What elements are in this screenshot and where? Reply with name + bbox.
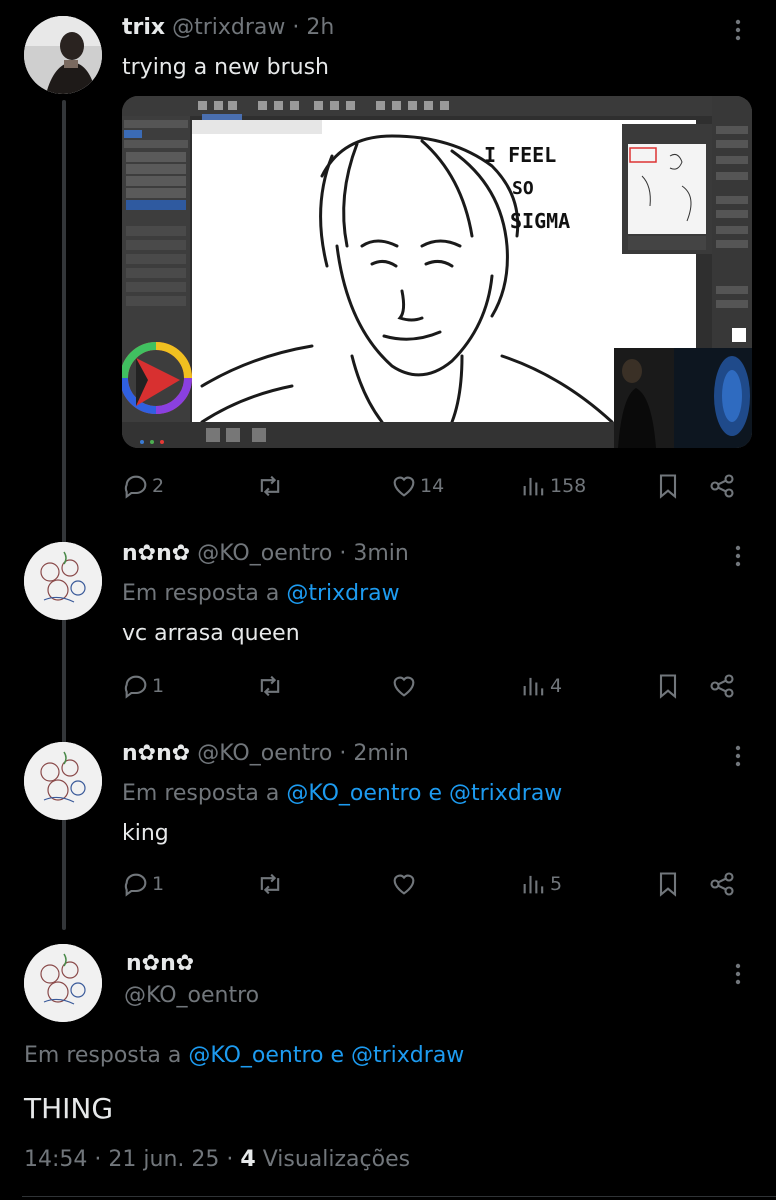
share-icon <box>710 872 734 896</box>
tweet-actions: 1 4 <box>122 670 742 702</box>
separator: · <box>339 541 347 566</box>
share-button[interactable] <box>708 670 736 702</box>
retweet-button[interactable] <box>256 868 284 900</box>
author-handle[interactable]: @trixdraw <box>172 15 285 40</box>
retweet-icon <box>260 873 280 895</box>
retweet-button[interactable] <box>256 670 284 702</box>
like-button[interactable] <box>390 868 418 900</box>
tweet-actions: 1 5 <box>122 868 742 900</box>
divider <box>22 1196 776 1197</box>
retweet-icon <box>260 475 280 497</box>
reply-context-label: Em resposta a <box>122 781 280 806</box>
tweet-text: king <box>122 821 169 846</box>
separator: · <box>292 15 300 40</box>
reply-button[interactable]: 1 <box>122 868 164 900</box>
retweet-icon <box>260 675 280 697</box>
bookmark-button[interactable] <box>654 470 682 502</box>
reply-icon <box>124 475 147 499</box>
reply-button[interactable]: 1 <box>122 670 164 702</box>
reply-count: 1 <box>152 675 165 697</box>
tweet-actions: 2 14 158 <box>122 470 742 502</box>
author-name[interactable]: trix <box>122 15 165 40</box>
tweet-media[interactable]: I FEEL SO SIGMA <box>122 96 752 448</box>
like-icon <box>393 476 415 497</box>
canvas-text-3: SIGMA <box>510 209 570 233</box>
reply-to-link[interactable]: @KO_oentro e @trixdraw <box>188 1043 464 1068</box>
avatar-drawing <box>24 944 102 1022</box>
tweet-text: trying a new brush <box>122 55 330 80</box>
share-button[interactable] <box>708 868 736 900</box>
views-button[interactable]: 158 <box>520 470 586 502</box>
post-time[interactable]: 14:54 <box>24 1147 87 1172</box>
views-total: 4 <box>240 1147 256 1172</box>
share-button[interactable] <box>708 470 736 502</box>
share-icon <box>710 674 734 698</box>
avatar-drawing <box>24 542 102 620</box>
reply-to-link[interactable]: @trixdraw <box>286 581 399 606</box>
bookmark-icon <box>659 872 677 897</box>
author-name[interactable]: n✿n✿ <box>122 741 190 766</box>
timestamp[interactable]: 3min <box>353 541 408 566</box>
retweet-button[interactable] <box>256 470 284 502</box>
like-icon <box>393 676 415 697</box>
avatar[interactable] <box>24 542 102 620</box>
reply-count: 2 <box>152 475 165 497</box>
views-label: Visualizações <box>262 1147 411 1172</box>
separator: · <box>94 1147 102 1172</box>
tweet-text: vc arrasa queen <box>122 621 300 646</box>
views-button[interactable]: 5 <box>520 868 562 900</box>
avatar[interactable] <box>24 742 102 820</box>
avatar-photo <box>24 16 102 94</box>
separator: · <box>226 1147 234 1172</box>
reply-count: 1 <box>152 873 165 895</box>
views-count: 158 <box>550 475 587 497</box>
timestamp[interactable]: 2h <box>306 15 334 40</box>
avatar-drawing <box>24 742 102 820</box>
author-handle[interactable]: @KO_oentro <box>197 541 332 566</box>
more-icon[interactable] <box>726 744 750 768</box>
media-image: I FEEL SO SIGMA <box>122 96 752 448</box>
author-name[interactable]: n✿n✿ <box>126 950 194 978</box>
bookmark-button[interactable] <box>654 868 682 900</box>
reply-context-label: Em resposta a <box>24 1043 182 1068</box>
author-name[interactable]: n✿n✿ <box>122 541 190 566</box>
share-icon <box>710 474 734 498</box>
separator: · <box>339 741 347 766</box>
more-icon[interactable] <box>726 544 750 568</box>
views-icon <box>523 677 544 696</box>
avatar[interactable] <box>24 944 102 1022</box>
reply-context-label: Em resposta a <box>122 581 280 606</box>
author-handle[interactable]: @KO_oentro <box>124 982 259 1010</box>
canvas-text-2: SO <box>512 178 534 199</box>
bookmark-icon <box>659 474 677 499</box>
bookmark-icon <box>659 674 677 699</box>
canvas-text-1: I FEEL <box>484 143 556 167</box>
more-icon[interactable] <box>726 962 750 986</box>
reply-to-link[interactable]: @KO_oentro e @trixdraw <box>286 781 562 806</box>
reply-button[interactable]: 2 <box>122 470 164 502</box>
reply-icon <box>124 873 147 897</box>
like-count: 14 <box>420 475 445 497</box>
like-button[interactable] <box>390 670 418 702</box>
post-date[interactable]: 21 jun. 25 <box>108 1147 219 1172</box>
bookmark-button[interactable] <box>654 670 682 702</box>
author-handle[interactable]: @KO_oentro <box>197 741 332 766</box>
views-count: 5 <box>550 873 563 895</box>
views-icon <box>523 477 544 496</box>
views-icon <box>523 875 544 894</box>
tweet-text: THING <box>24 1092 114 1125</box>
like-icon <box>393 874 415 895</box>
timestamp[interactable]: 2min <box>353 741 408 766</box>
like-button[interactable]: 14 <box>390 470 444 502</box>
more-icon[interactable] <box>726 18 750 42</box>
avatar[interactable] <box>24 16 102 94</box>
views-button[interactable]: 4 <box>520 670 562 702</box>
reply-icon <box>124 675 147 699</box>
views-count: 4 <box>550 675 563 697</box>
